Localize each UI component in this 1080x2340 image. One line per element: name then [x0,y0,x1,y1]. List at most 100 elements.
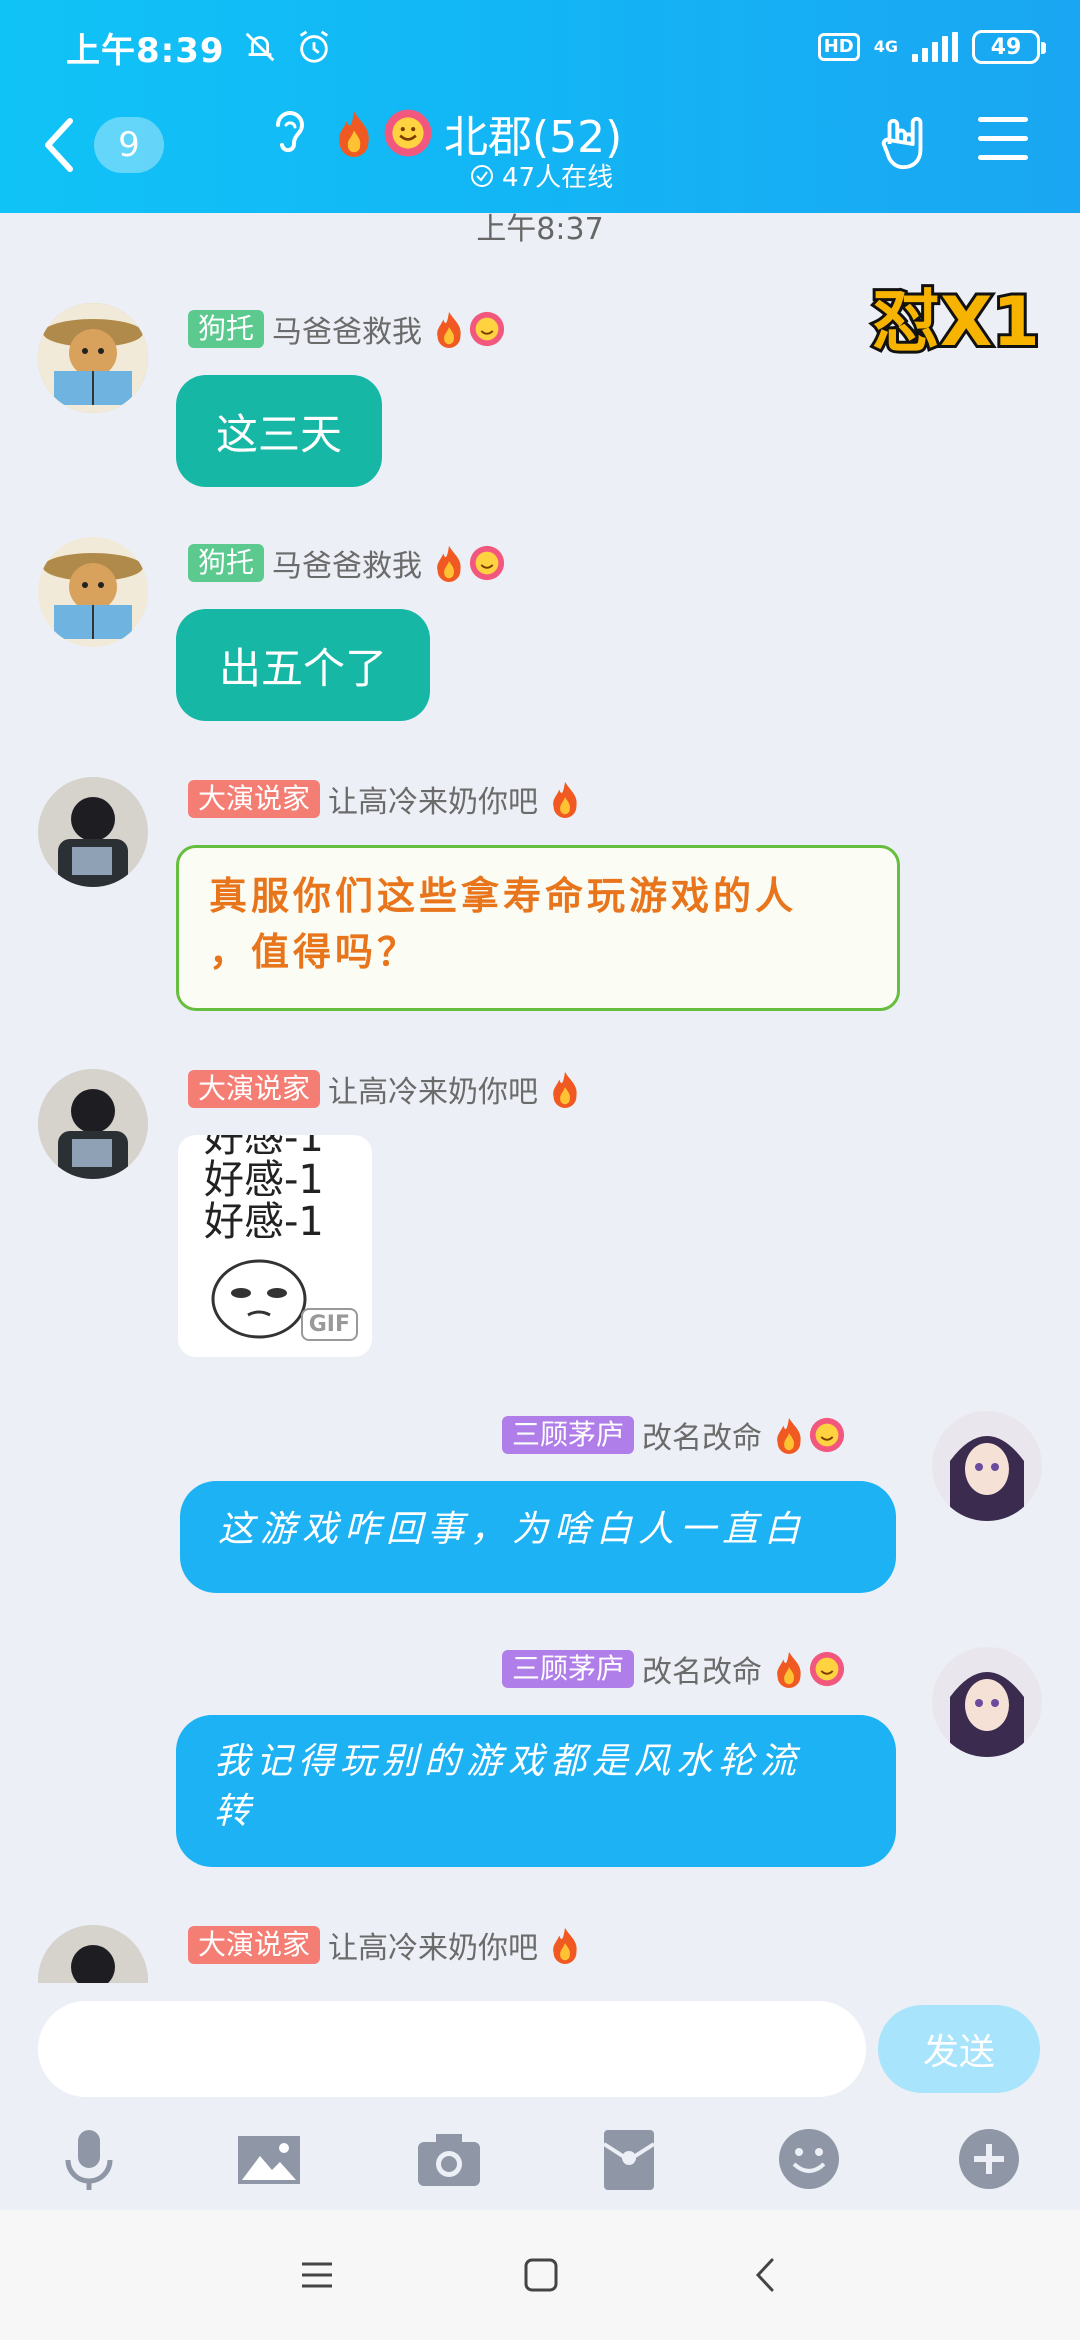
fire-icon [553,781,577,818]
masked-person-avatar-icon [38,1925,148,1983]
message-bubble[interactable]: 这三天 [176,375,382,487]
reaction-sticker-text: 怼X1 [872,283,1040,362]
gif-text-line: 好感-1 [204,1135,324,1161]
red-packet-icon[interactable] [594,2124,664,2194]
fire-icon [339,111,369,157]
sender-meta: 狗托 马爸爸救我 [188,307,506,351]
sender-nickname[interactable]: 马爸爸救我 [272,541,422,585]
avatar[interactable] [38,1069,148,1179]
message-text-line: 转 [214,1791,257,1832]
fire-icon [437,311,461,348]
member-title-badge: 狗托 [188,310,265,348]
message-bubble[interactable]: 真服你们这些拿寿命玩游戏的人 ，值得吗？ [176,845,900,1011]
sender-nickname[interactable]: 让高冷来奶你吧 [328,1923,538,1967]
sender-meta: 三顾茅庐 改名改命 [502,1413,846,1457]
online-text: 47人在线 [502,163,614,193]
sender-meta: 大演说家 让高冷来奶你吧 [188,1923,584,1967]
avatar[interactable] [932,1411,1042,1521]
fire-icon [437,545,461,582]
sender-nickname[interactable]: 让高冷来奶你吧 [328,777,538,821]
sender-nickname[interactable]: 改名改命 [642,1647,762,1691]
flower-smile-icon [809,1651,845,1687]
sender-nickname[interactable]: 让高冷来奶你吧 [328,1067,538,1111]
signal-icon [912,32,958,62]
masked-person-avatar-icon [38,1069,148,1179]
home-icon[interactable] [516,2250,566,2300]
flower-smile-icon [809,1417,845,1453]
hand-gesture-icon[interactable] [876,115,934,173]
sender-meta: 大演说家 让高冷来奶你吧 [188,1067,584,1111]
chevron-left-icon [45,118,73,172]
check-circle-icon [471,164,493,187]
back-button[interactable]: 9 [40,115,164,175]
message-text-line: 真服你们这些拿寿命玩游戏的人 [209,874,798,918]
message-bubble[interactable]: 出五个了 [176,609,430,721]
message-timestamp: 上午8:37 [476,213,604,247]
emoji-icon[interactable] [774,2124,844,2194]
battery-icon: 49 [972,30,1046,64]
back-nav-icon[interactable] [742,2250,792,2300]
fire-icon [777,1651,801,1688]
unread-count-badge: 9 [94,117,164,173]
status-time: 上午8:39 [66,30,225,71]
flower-smile-icon [384,109,432,157]
avatar[interactable] [38,777,148,887]
message-list[interactable]: 上午8:37 怼X1 狗托 马爸爸救我 这三天 狗托 马爸爸救我 出五个了 大演… [0,213,1080,1983]
camera-icon[interactable] [414,2124,484,2194]
sender-meta: 大演说家 让高冷来奶你吧 [188,777,584,821]
message-bubble[interactable]: 我记得玩别的游戏都是风水轮流 转 [176,1715,896,1867]
message-input[interactable] [38,2001,866,2097]
member-title-badge: 三顾茅庐 [502,1416,635,1454]
nav-bar: 9 北郡(52) 47人在线 [0,95,1080,195]
gif-text-line: 好感-1 [204,1199,324,1245]
menu-icon[interactable] [978,117,1028,167]
fire-icon [553,1071,577,1108]
member-title-badge: 狗托 [188,544,265,582]
anime-girl-avatar-icon [932,1647,1042,1757]
avatar[interactable] [38,537,148,647]
fire-icon [553,1927,577,1964]
gif-tag: GIF [300,1308,358,1341]
ear-icon[interactable] [268,105,308,161]
message-text-line: 我记得玩别的游戏都是风水轮流 [214,1741,803,1782]
sender-nickname[interactable]: 改名改命 [642,1413,762,1457]
member-title-badge: 大演说家 [188,1070,321,1108]
message-bubble[interactable]: 这游戏咋回事，为啥白人一直白 [180,1481,896,1593]
dog-avatar-icon [38,303,148,413]
image-icon[interactable] [234,2124,304,2194]
meme-face-icon [211,1259,307,1339]
avatar[interactable] [932,1647,1042,1757]
message-text-line: ，值得吗？ [209,930,420,974]
hd-indicator: HD [817,33,860,61]
sender-meta: 三顾茅庐 改名改命 [502,1647,846,1691]
avatar[interactable] [38,303,148,413]
fire-icon [777,1417,801,1454]
online-count: 47人在线 [470,157,613,194]
network-type: 4G [873,37,898,56]
alarm-icon [299,30,328,63]
recent-apps-icon[interactable] [292,2250,342,2300]
flower-smile-icon [469,311,505,347]
input-bar: 发送 [0,1983,1080,2108]
plus-icon[interactable] [954,2124,1024,2194]
sender-nickname[interactable]: 马爸爸救我 [272,307,422,351]
input-toolbar [0,2108,1080,2210]
member-title-badge: 大演说家 [188,1926,321,1964]
gif-text-line: 好感-1 [204,1157,324,1203]
mic-icon[interactable] [54,2124,124,2194]
group-name: 北郡(52) [444,112,623,163]
gif-message[interactable]: 好感-1 好感-1 好感-1 GIF [178,1135,372,1357]
sender-meta: 狗托 马爸爸救我 [188,541,506,585]
member-title-badge: 大演说家 [188,780,321,818]
anime-girl-avatar-icon [932,1411,1042,1521]
masked-person-avatar-icon [38,777,148,887]
status-bar: 上午8:39 HD 4G 49 [66,22,1046,72]
chat-header: 上午8:39 HD 4G 49 9 北郡(52) 47人在线 [0,0,1080,213]
send-button[interactable]: 发送 [878,2005,1040,2093]
system-nav-bar [0,2210,1080,2340]
member-title-badge: 三顾茅庐 [502,1650,635,1688]
reaction-sticker: 怼X1 [869,280,1043,365]
battery-level: 49 [990,34,1022,60]
dog-avatar-icon [38,537,148,647]
avatar[interactable] [38,1925,148,1983]
